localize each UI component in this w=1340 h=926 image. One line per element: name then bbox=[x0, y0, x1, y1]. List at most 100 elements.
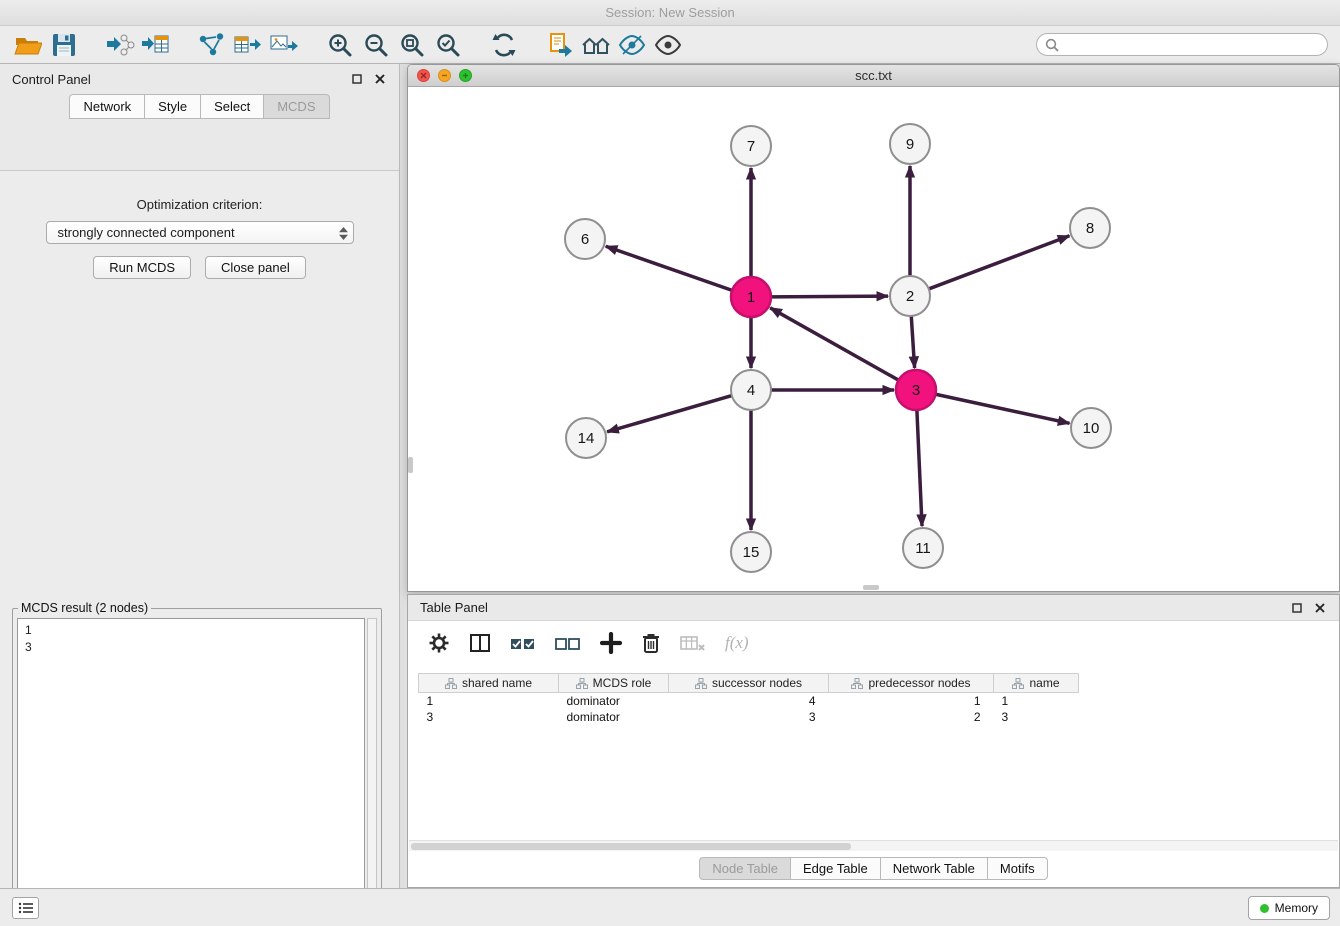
edge-4-14[interactable] bbox=[607, 396, 732, 432]
float-panel-button[interactable] bbox=[350, 72, 364, 86]
select-all-button[interactable] bbox=[510, 634, 536, 652]
task-history-button[interactable] bbox=[12, 897, 39, 919]
table-row[interactable]: 3dominator323 bbox=[419, 709, 1079, 725]
table-cell[interactable]: 1 bbox=[829, 693, 994, 710]
edge-2-8[interactable] bbox=[929, 236, 1070, 289]
table-cell[interactable]: 3 bbox=[669, 709, 829, 725]
zoom-fit-button[interactable] bbox=[394, 29, 430, 61]
export-image-button[interactable] bbox=[266, 29, 302, 61]
memory-button[interactable]: Memory bbox=[1248, 896, 1330, 920]
minimize-window-button[interactable] bbox=[438, 69, 451, 82]
zoom-selected-button[interactable] bbox=[430, 29, 466, 61]
save-session-button[interactable] bbox=[46, 29, 82, 61]
plus-icon bbox=[600, 632, 622, 654]
node-11[interactable]: 11 bbox=[903, 528, 943, 568]
search-input[interactable] bbox=[1065, 38, 1319, 52]
delete-rows-button[interactable] bbox=[641, 632, 661, 654]
result-scrollbar[interactable] bbox=[367, 618, 377, 926]
tab-mcds[interactable]: MCDS bbox=[263, 94, 329, 119]
node-15[interactable]: 15 bbox=[731, 532, 771, 572]
run-mcds-button[interactable]: Run MCDS bbox=[93, 256, 191, 279]
node-1[interactable]: 1 bbox=[731, 277, 771, 317]
node-7[interactable]: 7 bbox=[731, 126, 771, 166]
function-builder-button[interactable]: f(x) bbox=[725, 633, 749, 653]
column-header-successor-nodes[interactable]: successor nodes bbox=[669, 674, 829, 693]
import-network-button[interactable] bbox=[102, 29, 138, 61]
scroll-thumb[interactable] bbox=[411, 843, 851, 850]
column-header-predecessor-nodes[interactable]: predecessor nodes bbox=[829, 674, 994, 693]
tab-edge-table[interactable]: Edge Table bbox=[790, 857, 880, 880]
column-header-name[interactable]: name bbox=[994, 674, 1079, 693]
table-cell[interactable]: 1 bbox=[419, 693, 559, 710]
refresh-button[interactable] bbox=[486, 29, 522, 61]
close-panel-button[interactable]: Close panel bbox=[205, 256, 306, 279]
vertical-scroll-thumb[interactable] bbox=[408, 457, 413, 473]
result-line: 1 bbox=[25, 622, 357, 639]
tab-network-table[interactable]: Network Table bbox=[880, 857, 987, 880]
tab-style[interactable]: Style bbox=[144, 94, 200, 119]
node-10[interactable]: 10 bbox=[1071, 408, 1111, 448]
table-cell[interactable]: 1 bbox=[994, 693, 1079, 710]
network-canvas[interactable]: 7 9 6 8 1 2 4 3 14 10 15 11 bbox=[408, 87, 1339, 590]
column-header-mcds-role[interactable]: MCDS role bbox=[559, 674, 669, 693]
node-8[interactable]: 8 bbox=[1070, 208, 1110, 248]
export-table-icon bbox=[233, 32, 263, 58]
node-2[interactable]: 2 bbox=[890, 276, 930, 316]
import-table-button[interactable] bbox=[138, 29, 174, 61]
add-column-button[interactable] bbox=[600, 632, 622, 654]
node-14[interactable]: 14 bbox=[566, 418, 606, 458]
float-window-icon bbox=[352, 74, 362, 84]
node-6[interactable]: 6 bbox=[565, 219, 605, 259]
dropdown-stepper-icon bbox=[338, 226, 349, 247]
float-table-panel-button[interactable] bbox=[1290, 601, 1304, 615]
table-horizontal-scrollbar[interactable] bbox=[409, 840, 1338, 851]
deselect-all-button[interactable] bbox=[555, 634, 581, 652]
horizontal-scroll-thumb[interactable] bbox=[863, 585, 879, 590]
table-settings-button[interactable] bbox=[428, 632, 450, 654]
style-visibility-button[interactable] bbox=[614, 29, 650, 61]
ndex-button[interactable] bbox=[578, 29, 614, 61]
status-bar: Memory bbox=[0, 888, 1340, 926]
delete-column-button[interactable] bbox=[680, 634, 706, 652]
node-9[interactable]: 9 bbox=[890, 124, 930, 164]
edge-2-3[interactable] bbox=[911, 316, 914, 368]
table-row[interactable]: 1dominator411 bbox=[419, 693, 1079, 710]
edge-1-2[interactable] bbox=[771, 296, 888, 297]
columns-icon bbox=[469, 633, 491, 653]
table-cell[interactable]: 4 bbox=[669, 693, 829, 710]
edge-1-6[interactable] bbox=[606, 246, 732, 290]
tab-network[interactable]: Network bbox=[69, 94, 144, 119]
close-control-panel-button[interactable] bbox=[373, 72, 387, 86]
edge-3-1[interactable] bbox=[770, 308, 898, 380]
zoom-out-button[interactable] bbox=[358, 29, 394, 61]
tab-node-table[interactable]: Node Table bbox=[699, 857, 790, 880]
deselect-all-icon bbox=[555, 634, 581, 652]
network-tools-button[interactable] bbox=[194, 29, 230, 61]
table-cell[interactable]: 3 bbox=[419, 709, 559, 725]
copy-view-button[interactable] bbox=[542, 29, 578, 61]
optimization-dropdown[interactable]: strongly connected component bbox=[46, 221, 354, 244]
table-cell[interactable]: 3 bbox=[994, 709, 1079, 725]
edge-3-11[interactable] bbox=[917, 410, 922, 526]
show-graphics-button[interactable] bbox=[650, 29, 686, 61]
column-header-shared-name[interactable]: shared name bbox=[419, 674, 559, 693]
table-cell[interactable]: dominator bbox=[559, 709, 669, 725]
close-table-panel-button[interactable] bbox=[1313, 601, 1327, 615]
svg-text:6: 6 bbox=[581, 231, 589, 248]
node-3[interactable]: 3 bbox=[896, 370, 936, 410]
table-cell[interactable]: 2 bbox=[829, 709, 994, 725]
tab-select[interactable]: Select bbox=[200, 94, 263, 119]
open-session-button[interactable] bbox=[10, 29, 46, 61]
tab-motifs[interactable]: Motifs bbox=[987, 857, 1048, 880]
zoom-window-button[interactable] bbox=[459, 69, 472, 82]
zoom-fit-icon bbox=[399, 32, 425, 58]
table-cell[interactable]: dominator bbox=[559, 693, 669, 710]
show-columns-button[interactable] bbox=[469, 633, 491, 653]
zoom-in-button[interactable] bbox=[322, 29, 358, 61]
node-4[interactable]: 4 bbox=[731, 370, 771, 410]
edge-3-10[interactable] bbox=[936, 394, 1070, 423]
export-image-icon bbox=[269, 32, 299, 58]
close-window-button[interactable] bbox=[417, 69, 430, 82]
export-table-button[interactable] bbox=[230, 29, 266, 61]
svg-text:1: 1 bbox=[747, 289, 755, 306]
